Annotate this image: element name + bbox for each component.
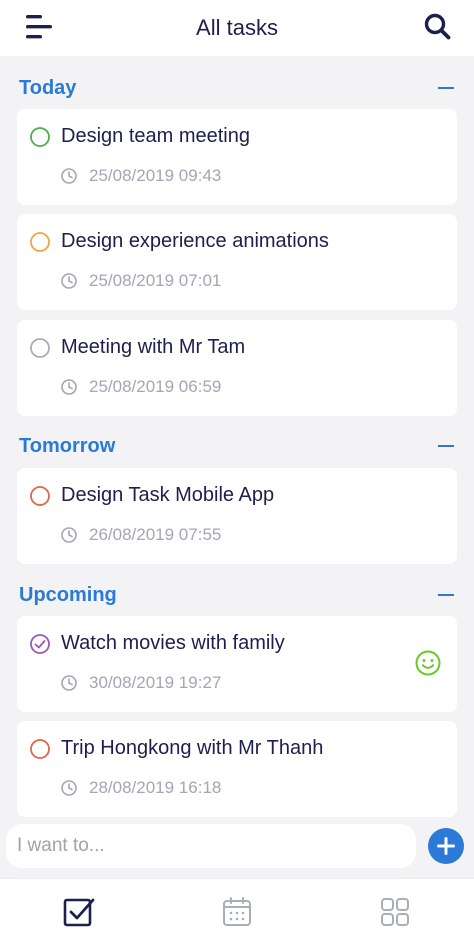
- status-circle-icon[interactable]: [29, 126, 51, 148]
- checkbox-icon: [63, 898, 95, 927]
- task-title: Design team meeting: [61, 125, 250, 147]
- status-circle-icon[interactable]: [29, 738, 51, 760]
- smile-icon: [415, 650, 441, 676]
- clock-icon: [61, 273, 77, 289]
- collapse-icon[interactable]: [436, 585, 456, 605]
- task-input[interactable]: [6, 824, 416, 868]
- checked-circle-icon[interactable]: [29, 633, 51, 655]
- clock-icon: [61, 379, 77, 395]
- section-title: Tomorrow: [19, 434, 116, 457]
- task-title: Watch movies with family: [61, 632, 285, 654]
- status-circle-icon[interactable]: [29, 337, 51, 359]
- status-circle-icon[interactable]: [29, 231, 51, 253]
- tab-categories[interactable]: [378, 895, 412, 929]
- task-list[interactable]: Today Design team meeting 25/08/2019 09:…: [0, 56, 474, 822]
- search-icon[interactable]: [422, 12, 454, 42]
- tab-calendar[interactable]: [220, 895, 254, 929]
- task-card[interactable]: Design Task Mobile App 26/08/2019 07:55: [17, 468, 457, 564]
- add-button[interactable]: [428, 828, 464, 864]
- quick-add-bar: [0, 822, 474, 878]
- section-title: Today: [19, 76, 77, 99]
- calendar-icon: [223, 897, 251, 926]
- task-card[interactable]: Trip Hongkong with Mr Thanh 28/08/2019 1…: [17, 721, 457, 817]
- section-title: Upcoming: [19, 583, 117, 606]
- task-title: Meeting with Mr Tam: [61, 336, 246, 358]
- grid-icon: [381, 898, 409, 926]
- task-time: 26/08/2019 07:55: [89, 525, 222, 544]
- clock-icon: [61, 780, 77, 796]
- task-title: Design experience animations: [61, 230, 329, 252]
- collapse-icon[interactable]: [436, 78, 456, 98]
- plus-icon: [437, 837, 455, 855]
- task-card[interactable]: Meeting with Mr Tam 25/08/2019 06:59: [17, 320, 457, 416]
- task-card[interactable]: Design experience animations 25/08/2019 …: [17, 214, 457, 310]
- tab-tasks[interactable]: [62, 895, 96, 929]
- section-header-today: Today: [0, 68, 474, 108]
- section-header-upcoming: Upcoming: [0, 575, 474, 615]
- task-card[interactable]: Design team meeting 25/08/2019 09:43: [17, 109, 457, 205]
- bottom-tab-bar: [0, 878, 474, 948]
- task-time: 25/08/2019 07:01: [89, 271, 222, 290]
- page-title: All tasks: [196, 15, 278, 40]
- status-circle-icon[interactable]: [29, 485, 51, 507]
- task-card[interactable]: Watch movies with family 30/08/2019 19:2…: [17, 616, 457, 712]
- clock-icon: [61, 527, 77, 543]
- clock-icon: [61, 168, 77, 184]
- app-header: All tasks: [0, 0, 474, 56]
- task-time: 25/08/2019 09:43: [89, 166, 222, 185]
- task-title: Design Task Mobile App: [61, 484, 275, 506]
- section-header-tomorrow: Tomorrow: [0, 426, 474, 466]
- collapse-icon[interactable]: [436, 436, 456, 456]
- menu-icon[interactable]: [20, 12, 56, 42]
- clock-icon: [61, 675, 77, 691]
- task-title: Trip Hongkong with Mr Thanh: [61, 737, 324, 759]
- task-time: 25/08/2019 06:59: [89, 377, 222, 396]
- task-time: 28/08/2019 16:18: [89, 778, 222, 797]
- task-time: 30/08/2019 19:27: [89, 673, 222, 692]
